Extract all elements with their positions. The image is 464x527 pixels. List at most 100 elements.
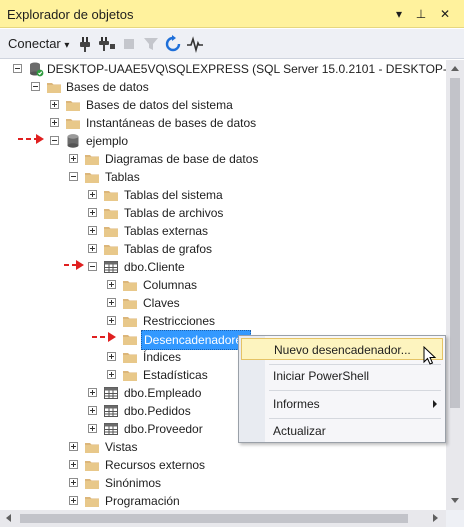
collapse-toggle[interactable]	[88, 262, 97, 271]
tree-label: Tablas de grafos	[124, 242, 213, 256]
object-explorer-toolbar: Conectar ▾	[0, 29, 464, 59]
expand-toggle[interactable]	[107, 316, 116, 325]
expand-toggle[interactable]	[88, 244, 97, 253]
tree-label: ejemplo	[86, 134, 129, 148]
expand-toggle[interactable]	[107, 352, 116, 361]
folder-icon	[103, 223, 119, 239]
folder-icon	[103, 187, 119, 203]
tree-label: Sinónimos	[105, 476, 162, 490]
connect-label: Conectar	[8, 36, 61, 51]
scroll-down-icon[interactable]	[451, 498, 459, 503]
annotation-arrow-icon	[92, 332, 116, 342]
activity-monitor-icon[interactable]	[186, 35, 204, 53]
scrollbar-corner	[446, 510, 464, 527]
mouse-cursor-icon	[423, 346, 437, 365]
folder-icon	[122, 367, 138, 383]
disconnect-icon[interactable]	[98, 35, 116, 53]
table-icon	[103, 421, 119, 437]
expand-toggle[interactable]	[50, 118, 59, 127]
folder-icon	[122, 313, 138, 329]
folder-icon	[84, 457, 100, 473]
window-dropdown-icon[interactable]: ▾	[391, 6, 407, 22]
filter-icon[interactable]	[142, 35, 160, 53]
expand-toggle[interactable]	[88, 424, 97, 433]
context-menu: Nuevo desencadenador... Iniciar PowerShe…	[238, 335, 446, 443]
expand-toggle[interactable]	[107, 280, 116, 289]
expand-toggle[interactable]	[88, 388, 97, 397]
tree-label: Estadísticas	[143, 368, 208, 382]
annotation-arrow-icon	[18, 134, 44, 144]
tree-label: Tablas	[105, 170, 140, 184]
expand-toggle[interactable]	[107, 298, 116, 307]
database-icon	[65, 133, 81, 149]
scroll-right-icon[interactable]	[433, 514, 438, 522]
expand-toggle[interactable]	[50, 100, 59, 109]
menu-item-refresh[interactable]: Actualizar	[241, 420, 443, 442]
horizontal-scrollbar[interactable]	[0, 510, 446, 527]
expand-toggle[interactable]	[88, 190, 97, 199]
connect-button[interactable]: Conectar ▾	[8, 36, 69, 51]
stop-icon[interactable]	[120, 35, 138, 53]
scroll-left-icon[interactable]	[6, 514, 11, 522]
expand-toggle[interactable]	[88, 406, 97, 415]
vertical-scrollbar[interactable]	[446, 60, 464, 510]
annotation-arrow-icon	[64, 260, 84, 270]
expand-toggle[interactable]	[69, 154, 78, 163]
tree-label: Columnas	[143, 278, 198, 292]
expand-toggle[interactable]	[88, 208, 97, 217]
tree-label: dbo.Pedidos	[124, 404, 191, 418]
tree-label-selected: Desencadenadores	[141, 330, 252, 350]
menu-separator	[269, 418, 441, 419]
expand-toggle[interactable]	[69, 460, 78, 469]
menu-item-new-trigger[interactable]: Nuevo desencadenador...	[241, 338, 443, 360]
collapse-toggle[interactable]	[13, 64, 22, 73]
folder-icon	[84, 493, 100, 509]
tree-label: Vistas	[105, 440, 138, 454]
tree-label: Instantáneas de bases de datos	[86, 116, 257, 130]
menu-separator	[269, 390, 441, 391]
table-icon	[103, 403, 119, 419]
folder-icon	[122, 295, 138, 311]
submenu-arrow-icon	[433, 400, 437, 408]
tree-label: Tablas externas	[124, 224, 209, 238]
folder-icon	[46, 79, 62, 95]
tree-label: Bases de datos del sistema	[86, 98, 233, 112]
horizontal-scroll-thumb[interactable]	[20, 514, 408, 523]
menu-item-label: Iniciar PowerShell	[273, 369, 370, 383]
folder-icon	[122, 277, 138, 293]
tree-label: Claves	[143, 296, 180, 310]
tree-label: dbo.Empleado	[124, 386, 202, 400]
menu-item-label: Nuevo desencadenador...	[274, 343, 411, 357]
collapse-toggle[interactable]	[69, 172, 78, 181]
tree-label: Bases de datos	[66, 80, 149, 94]
collapse-toggle[interactable]	[50, 136, 59, 145]
folder-icon	[84, 439, 100, 455]
folder-icon	[103, 241, 119, 257]
table-icon	[103, 259, 119, 275]
collapse-toggle[interactable]	[31, 82, 40, 91]
tree-label: Diagramas de base de datos	[105, 152, 259, 166]
expand-toggle[interactable]	[88, 226, 97, 235]
vertical-scroll-thumb[interactable]	[450, 78, 460, 408]
plug-icon[interactable]	[76, 35, 94, 53]
menu-item-label: Actualizar	[273, 424, 326, 438]
tree-node-server[interactable]: DESKTOP-UAAE5VQ\SQLEXPRESS (SQL Server 1…	[0, 60, 446, 78]
menu-item-reports[interactable]: Informes	[241, 393, 443, 415]
refresh-icon[interactable]	[164, 35, 182, 53]
menu-item-label: Informes	[273, 397, 320, 411]
menu-item-powershell[interactable]: Iniciar PowerShell	[241, 365, 443, 387]
tree-label: Programación	[105, 494, 180, 508]
pin-icon[interactable]: ⊥	[413, 6, 429, 22]
tree-label: Índices	[143, 350, 182, 364]
expand-toggle[interactable]	[69, 478, 78, 487]
expand-toggle[interactable]	[69, 442, 78, 451]
tree-label: Tablas del sistema	[124, 188, 223, 202]
expand-toggle[interactable]	[107, 370, 116, 379]
scroll-up-icon[interactable]	[451, 66, 459, 71]
panel-title: Explorador de objetos	[7, 7, 134, 22]
folder-icon	[84, 475, 100, 491]
tree-label: Recursos externos	[105, 458, 206, 472]
expand-toggle[interactable]	[69, 496, 78, 505]
folder-icon	[65, 115, 81, 131]
close-icon[interactable]: ✕	[437, 6, 453, 22]
